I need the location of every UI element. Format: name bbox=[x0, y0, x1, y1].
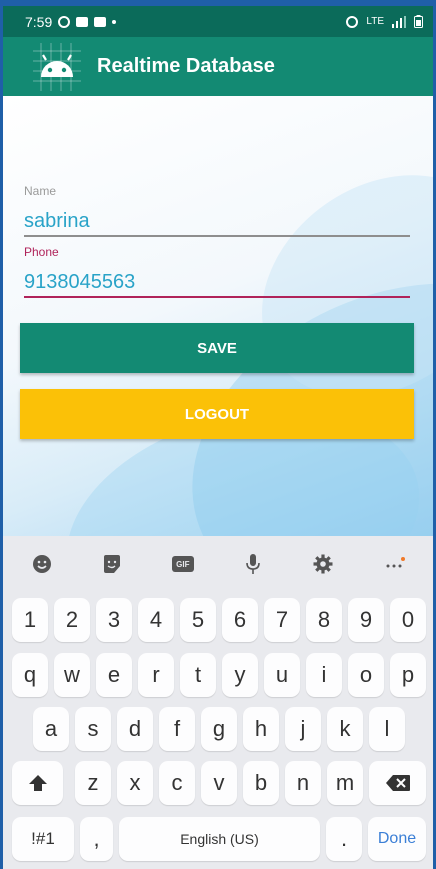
app-bar: Realtime Database bbox=[3, 37, 433, 96]
key-4[interactable]: 4 bbox=[138, 598, 174, 642]
notification-dot-icon bbox=[112, 19, 117, 24]
symbols-key[interactable]: !#1 bbox=[12, 817, 74, 861]
key-0[interactable]: 0 bbox=[390, 598, 426, 642]
logout-button[interactable]: LOGOUT bbox=[20, 389, 414, 439]
key-h[interactable]: h bbox=[243, 707, 279, 751]
signal-icon bbox=[392, 15, 406, 28]
backspace-key[interactable] bbox=[369, 761, 426, 805]
key-q[interactable]: q bbox=[12, 653, 48, 697]
key-6[interactable]: 6 bbox=[222, 598, 258, 642]
android-icon bbox=[33, 42, 81, 91]
name-field[interactable]: sabrina bbox=[24, 210, 90, 233]
key-p[interactable]: p bbox=[390, 653, 426, 697]
gif-label: GIF bbox=[171, 556, 194, 572]
app-title: Realtime Database bbox=[97, 55, 275, 77]
settings-icon[interactable] bbox=[310, 551, 336, 577]
phone-field[interactable]: 9138045563 bbox=[24, 271, 135, 294]
done-key[interactable]: Done bbox=[368, 817, 426, 861]
backspace-icon bbox=[385, 775, 410, 791]
gif-icon[interactable]: GIF bbox=[170, 551, 196, 577]
key-8[interactable]: 8 bbox=[306, 598, 342, 642]
key-c[interactable]: c bbox=[159, 761, 195, 805]
facebook-icon bbox=[94, 16, 107, 27]
mic-icon[interactable] bbox=[240, 551, 266, 577]
key-2[interactable]: 2 bbox=[54, 598, 90, 642]
key-r[interactable]: r bbox=[138, 653, 174, 697]
network-type: LTE bbox=[366, 16, 384, 27]
save-button[interactable]: SAVE bbox=[20, 323, 414, 373]
keyboard-toolbar: GIF bbox=[3, 536, 433, 592]
emoji-icon[interactable] bbox=[29, 551, 55, 577]
key-i[interactable]: i bbox=[306, 653, 342, 697]
key-n[interactable]: n bbox=[285, 761, 321, 805]
key-a[interactable]: a bbox=[33, 707, 69, 751]
key-b[interactable]: b bbox=[243, 761, 279, 805]
key-z[interactable]: z bbox=[75, 761, 111, 805]
key-v[interactable]: v bbox=[201, 761, 237, 805]
key-w[interactable]: w bbox=[54, 653, 90, 697]
key-1[interactable]: 1 bbox=[12, 598, 48, 642]
key-y[interactable]: y bbox=[222, 653, 258, 697]
phone-underline bbox=[24, 296, 410, 298]
key-f[interactable]: f bbox=[159, 707, 195, 751]
status-time: 7:59 bbox=[25, 13, 53, 30]
more-icon[interactable] bbox=[381, 551, 407, 577]
name-label: Name bbox=[24, 184, 57, 198]
name-underline bbox=[24, 235, 410, 237]
key-x[interactable]: x bbox=[117, 761, 153, 805]
battery-icon bbox=[414, 15, 423, 28]
key-g[interactable]: g bbox=[201, 707, 237, 751]
sticker-icon[interactable] bbox=[99, 551, 125, 577]
key-3[interactable]: 3 bbox=[96, 598, 132, 642]
space-key[interactable]: English (US) bbox=[119, 817, 320, 861]
key-l[interactable]: l bbox=[369, 707, 405, 751]
form-area: Name sabrina Phone 9138045563 SAVE LOGOU… bbox=[3, 96, 433, 536]
key-s[interactable]: s bbox=[75, 707, 111, 751]
shift-icon bbox=[28, 775, 47, 791]
status-bar: 7:59 LTE bbox=[3, 6, 433, 37]
key-5[interactable]: 5 bbox=[180, 598, 216, 642]
phone-screen: 7:59 LTE Realtime Database Name sabrina … bbox=[3, 6, 433, 869]
key-u[interactable]: u bbox=[264, 653, 300, 697]
key-o[interactable]: o bbox=[348, 653, 384, 697]
key-9[interactable]: 9 bbox=[348, 598, 384, 642]
key-j[interactable]: j bbox=[285, 707, 321, 751]
key-d[interactable]: d bbox=[117, 707, 153, 751]
soft-keyboard: GIF 1 2 3 4 5 6 7 8 9 0 q w e r t y u i … bbox=[3, 536, 433, 869]
at-icon bbox=[58, 15, 71, 28]
period-key[interactable]: . bbox=[326, 817, 362, 861]
key-t[interactable]: t bbox=[180, 653, 216, 697]
key-k[interactable]: k bbox=[327, 707, 363, 751]
comma-key[interactable]: , bbox=[80, 817, 113, 861]
key-e[interactable]: e bbox=[96, 653, 132, 697]
youtube-icon bbox=[76, 16, 89, 27]
shift-key[interactable] bbox=[12, 761, 63, 805]
alarm-icon bbox=[346, 15, 359, 28]
phone-label: Phone bbox=[24, 245, 59, 259]
key-7[interactable]: 7 bbox=[264, 598, 300, 642]
key-m[interactable]: m bbox=[327, 761, 363, 805]
